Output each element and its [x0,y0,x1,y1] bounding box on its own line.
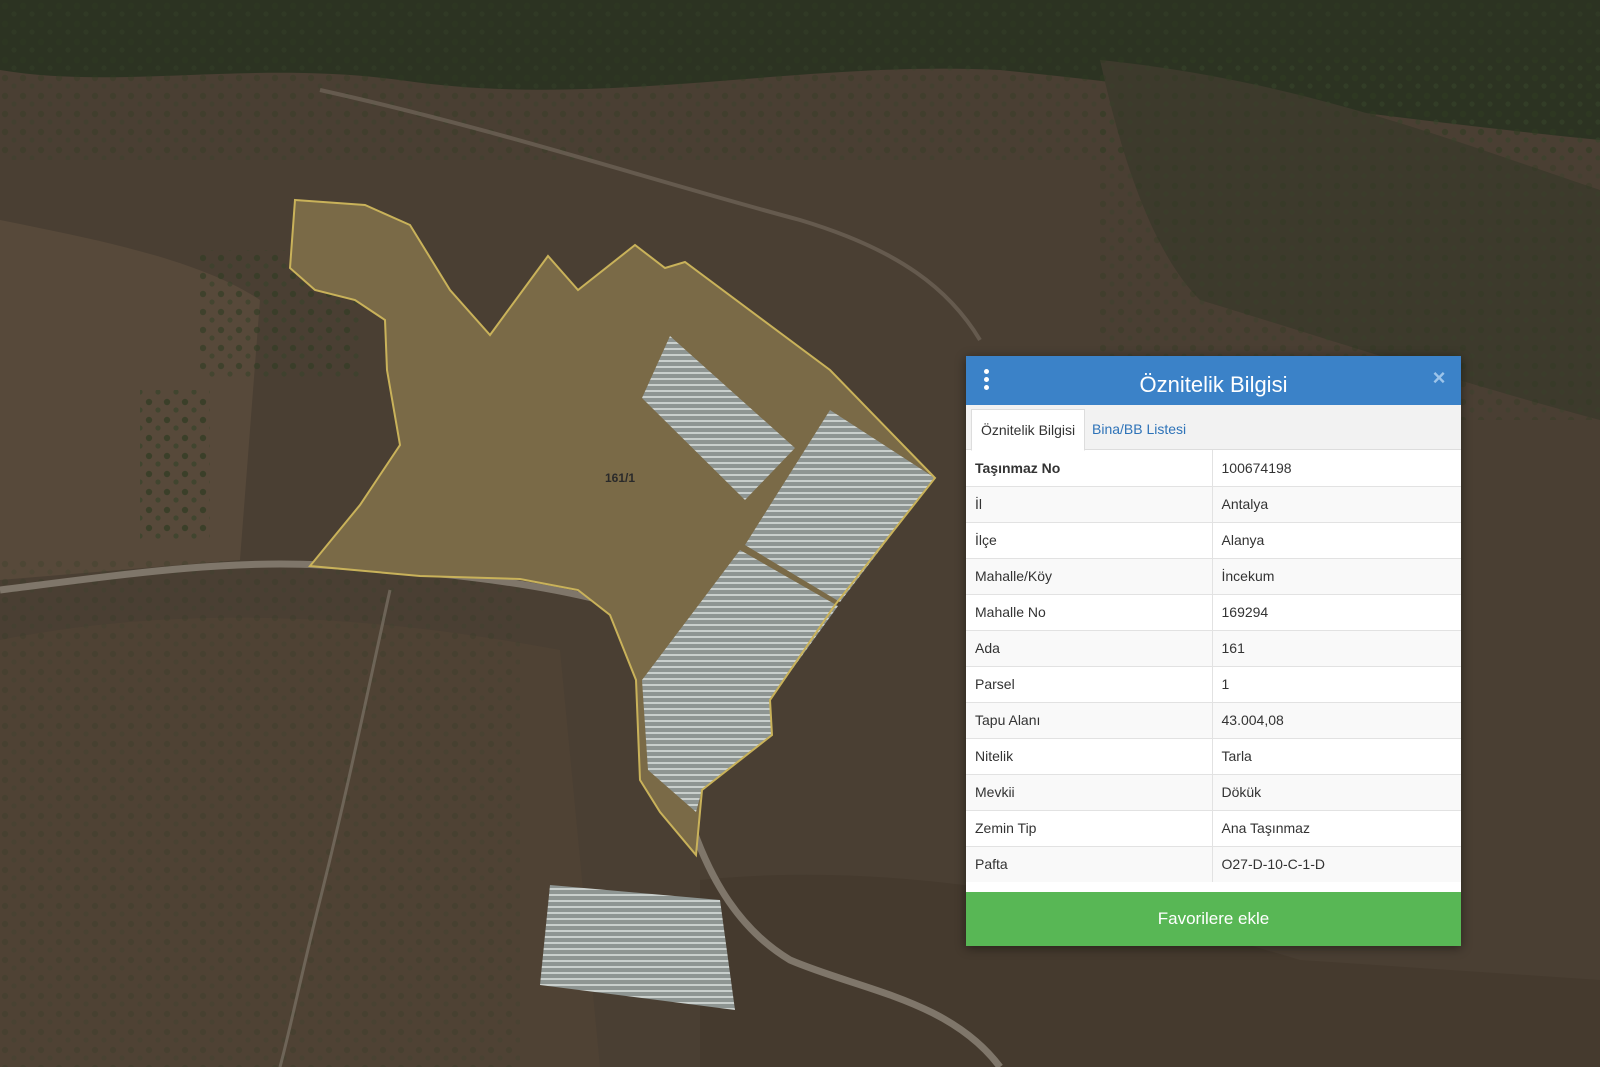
table-row: Ada 161 [966,629,1461,666]
attribute-info-panel: Öznitelik Bilgisi × Öznitelik Bilgisi Bi… [966,356,1461,946]
table-row: Mahalle No 169294 [966,593,1461,630]
table-row: Zemin Tip Ana Taşınmaz [966,809,1461,846]
row-key: İl [966,485,1213,522]
row-key: İlçe [966,521,1213,558]
row-value: O27-D-10-C-1-D [1212,845,1461,882]
row-value: 169294 [1212,593,1461,630]
tab-attribute-info[interactable]: Öznitelik Bilgisi [971,409,1086,451]
row-value: Tarla [1212,737,1461,774]
panel-header: Öznitelik Bilgisi × [966,356,1461,405]
row-key: Mevkii [966,773,1213,810]
row-key: Nitelik [966,737,1213,774]
row-value: 1 [1212,665,1461,702]
panel-tabs: Öznitelik Bilgisi Bina/BB Listesi [966,405,1461,451]
row-value: Alanya [1212,521,1461,558]
row-key: Zemin Tip [966,809,1213,846]
row-key: Parsel [966,665,1213,702]
row-key: Pafta [966,845,1213,882]
table-row: Nitelik Tarla [966,737,1461,774]
add-to-favorites-button[interactable]: Favorilere ekle [966,892,1461,946]
row-value: Dökük [1212,773,1461,810]
table-row: İl Antalya [966,485,1461,522]
row-value: Antalya [1212,485,1461,522]
row-value: 43.004,08 [1212,701,1461,738]
table-row: Pafta O27-D-10-C-1-D [966,845,1461,882]
row-key: Tapu Alanı [966,701,1213,738]
row-key: Mahalle No [966,593,1213,630]
table-row: Parsel 1 [966,665,1461,702]
row-value: İncekum [1212,557,1461,594]
row-key: Mahalle/Köy [966,557,1213,594]
row-key: Ada [966,629,1213,666]
table-row: Mahalle/Köy İncekum [966,557,1461,594]
table-row: İlçe Alanya [966,521,1461,558]
tab-building-list[interactable]: Bina/BB Listesi [1083,409,1195,449]
row-value: 100674198 [1221,459,1292,476]
table-row: Tapu Alanı 43.004,08 [966,701,1461,738]
close-icon[interactable]: × [1429,367,1449,389]
attribute-table: Taşınmaz No 100674198 İl Antalya İlçe Alany… [966,450,1461,882]
row-key: Taşınmaz No [966,450,1213,486]
parcel-label: 161/1 [605,471,636,485]
row-value: Ana Taşınmaz [1212,809,1461,846]
table-row: Mevkii Dökük [966,773,1461,810]
row-value: 161 [1212,629,1461,666]
table-row: Taşınmaz No 100674198 [966,450,1461,486]
